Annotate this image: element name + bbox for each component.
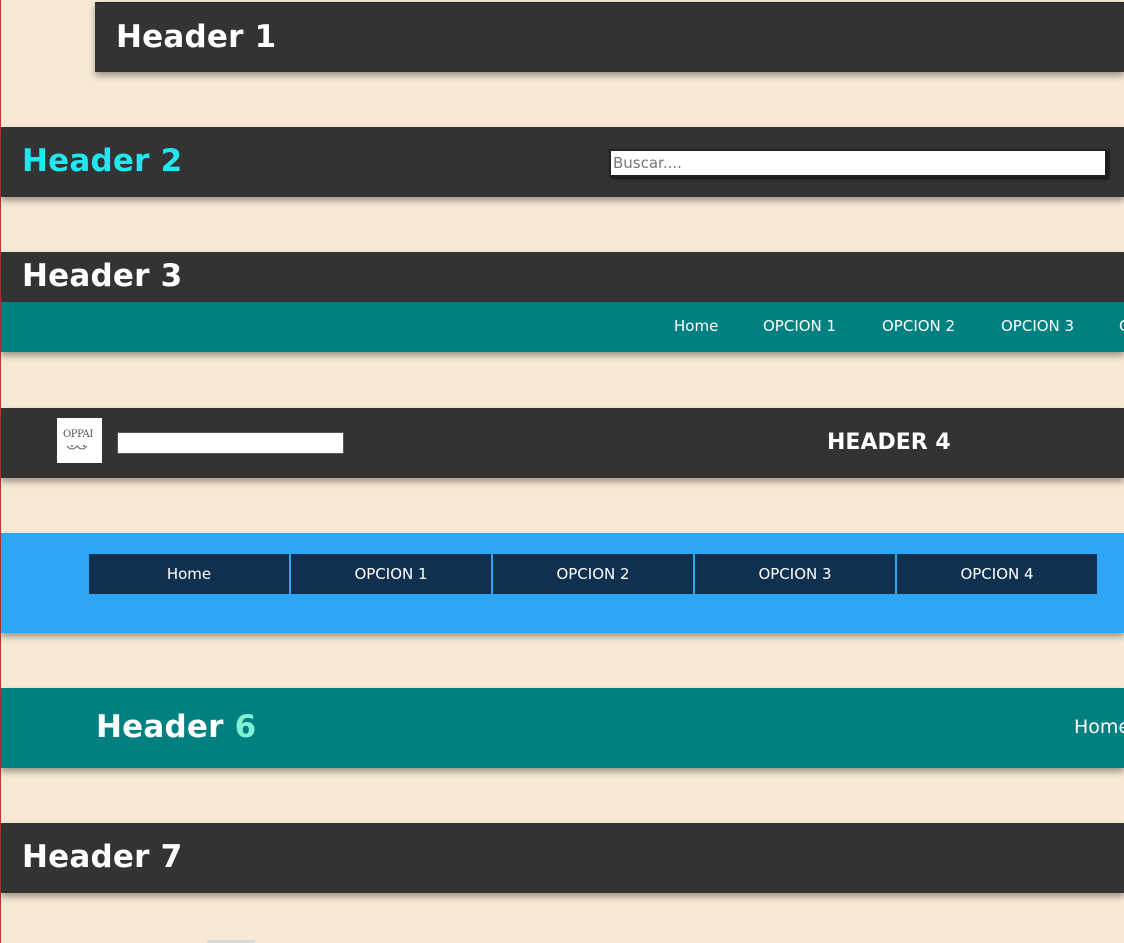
- nav-opcion-1-link[interactable]: OPCION 1: [763, 317, 836, 335]
- tab-opcion-4[interactable]: OPCION 4: [897, 554, 1097, 594]
- header-4-title: HEADER 4: [827, 430, 951, 455]
- tab-home[interactable]: Home: [89, 554, 289, 594]
- header-6-home-link[interactable]: Home: [1074, 716, 1124, 738]
- tab-opcion-3[interactable]: OPCION 3: [695, 554, 895, 594]
- tab-opcion-1[interactable]: OPCION 1: [291, 554, 491, 594]
- nav-home-link[interactable]: Home: [674, 317, 718, 335]
- tab-opcion-2[interactable]: OPCION 2: [493, 554, 693, 594]
- header-1: Header 1: [95, 2, 1124, 72]
- header-4: OPPAI HEADER 4: [1, 408, 1124, 478]
- search-input[interactable]: [609, 149, 1107, 177]
- nav-opcion-3-link[interactable]: OPCION 3: [1001, 317, 1074, 335]
- header-2: Header 2: [1, 127, 1124, 197]
- header-3-top: Header 3: [1, 252, 1124, 302]
- header-4-input-field[interactable]: [117, 432, 344, 454]
- header-6-title: Header 6: [96, 709, 256, 745]
- header-6-title-number: 6: [234, 709, 257, 745]
- header-7-title: Header 7: [22, 839, 183, 875]
- header-6-title-text: Header: [96, 709, 235, 745]
- header-5: Home OPCION 1 OPCION 2 OPCION 3 OPCION 4: [1, 533, 1124, 633]
- header-3-title: Header 3: [22, 258, 183, 294]
- header-2-title: Header 2: [22, 143, 183, 179]
- logo[interactable]: OPPAI: [57, 418, 102, 463]
- nav-opcion-2-link[interactable]: OPCION 2: [882, 317, 955, 335]
- nav-opcion-4-link-clipped[interactable]: O: [1119, 317, 1124, 335]
- header-7: Header 7: [1, 823, 1124, 893]
- header-3: Header 3 Home OPCION 1 OPCION 2 OPCION 3…: [1, 252, 1124, 352]
- header-3-nav: Home OPCION 1 OPCION 2 OPCION 3 O: [1, 302, 1124, 352]
- header-1-title: Header 1: [116, 19, 277, 55]
- header-6: Header 6 Home: [1, 688, 1124, 768]
- logo-mark-icon: [66, 445, 88, 450]
